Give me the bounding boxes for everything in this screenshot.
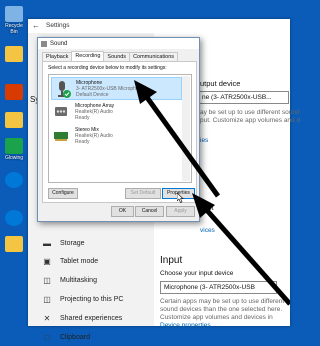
multitasking-icon: ◫	[43, 275, 51, 285]
back-arrow-icon[interactable]: ←	[32, 21, 40, 30]
desktop-icon-glowing[interactable]: Glowing	[3, 138, 25, 161]
output-device-label: utput device	[200, 79, 241, 88]
device-list-scrollbar[interactable]	[182, 76, 190, 181]
recording-panel: Select a recording device below to modif…	[42, 61, 197, 203]
sidebar-item-multitasking[interactable]: ◫ Multitasking	[28, 271, 154, 289]
sound-card-icon	[54, 132, 68, 141]
output-device-select[interactable]: ne (3- ATR2500x-USB...	[198, 91, 289, 104]
folder-icon	[5, 236, 23, 252]
projecting-icon: ◫	[43, 294, 51, 304]
troubleshoot-button[interactable]: hoot	[200, 205, 214, 212]
speaker-icon	[41, 40, 47, 47]
device-stereo-mix[interactable]: Stereo Mix Realtek(R) Audio Ready	[51, 125, 180, 146]
microphone-array-icon	[55, 107, 67, 116]
input-heading: Input	[160, 255, 183, 266]
sound-dialog: Sound Playback Recording Sounds Communic…	[37, 37, 200, 222]
folder-icon	[5, 46, 23, 62]
tablet-mode-icon: ▣	[43, 256, 51, 266]
desktop-icon-settings[interactable]	[3, 172, 25, 189]
input-device-label: Choose your input device	[160, 270, 234, 277]
app-icon	[5, 84, 23, 100]
manage-devices-link[interactable]: vices	[200, 227, 215, 234]
sound-dialog-titlebar: Sound	[38, 38, 199, 49]
app-icon	[5, 138, 23, 154]
output-info-text: ay be set up to use different sound put.…	[200, 109, 301, 124]
cancel-button[interactable]: Cancel	[135, 206, 164, 217]
recording-device-list: Microphone 3- ATR2500x-USB Microphone De…	[48, 74, 192, 183]
desktop-icon-app-2[interactable]	[3, 210, 25, 227]
clipboard-icon: □	[44, 332, 50, 342]
output-properties-link[interactable]: ies	[200, 137, 208, 144]
apply-button[interactable]: Apply	[166, 206, 195, 217]
sidebar-item-shared-experiences[interactable]: ✕ Shared experiences	[28, 309, 154, 327]
device-microphone-array[interactable]: Microphone Array Realtek(R) Audio Ready	[51, 101, 180, 122]
configure-button[interactable]: Configure	[48, 188, 78, 199]
ok-button[interactable]: OK	[111, 206, 134, 217]
default-check-icon	[63, 90, 71, 98]
sidebar-item-projecting[interactable]: ◫ Projecting to this PC	[28, 290, 154, 308]
sound-tabs: Playback Recording Sounds Communications	[42, 51, 179, 62]
desktop-icon-recycle-bin[interactable]: Recycle Bin	[3, 6, 25, 35]
input-device-select[interactable]: Microphone (3- ATR2500x-USB	[160, 281, 277, 294]
set-default-button[interactable]: Set Default	[125, 188, 161, 199]
input-info-text: Certain apps may be set up to use differ…	[160, 298, 285, 321]
gear-icon	[5, 172, 23, 188]
sound-dialog-title: Sound	[50, 40, 68, 47]
desktop-icon-folder-3[interactable]	[3, 236, 25, 253]
mouse-cursor-icon	[177, 193, 184, 203]
sidebar-item-storage[interactable]: ▬ Storage	[28, 234, 154, 252]
settings-titlebar: ← Settings	[28, 19, 290, 33]
device-microphone[interactable]: Microphone 3- ATR2500x-USB Microphone De…	[51, 77, 182, 100]
recycle-bin-icon	[5, 6, 23, 22]
desktop-icon-folder[interactable]	[3, 46, 25, 63]
desktop-icon-app[interactable]	[3, 84, 25, 101]
app-icon	[5, 210, 23, 226]
storage-icon: ▬	[43, 238, 51, 248]
settings-title: Settings	[46, 22, 70, 29]
instruction-text: Select a recording device below to modif…	[48, 65, 167, 71]
desktop-icon-folder-2[interactable]	[3, 112, 25, 129]
folder-icon	[5, 112, 23, 128]
sidebar-item-tablet-mode[interactable]: ▣ Tablet mode	[28, 252, 154, 270]
shared-experiences-icon: ✕	[43, 313, 51, 323]
sidebar-item-clipboard[interactable]: □ Clipboard	[28, 328, 154, 346]
